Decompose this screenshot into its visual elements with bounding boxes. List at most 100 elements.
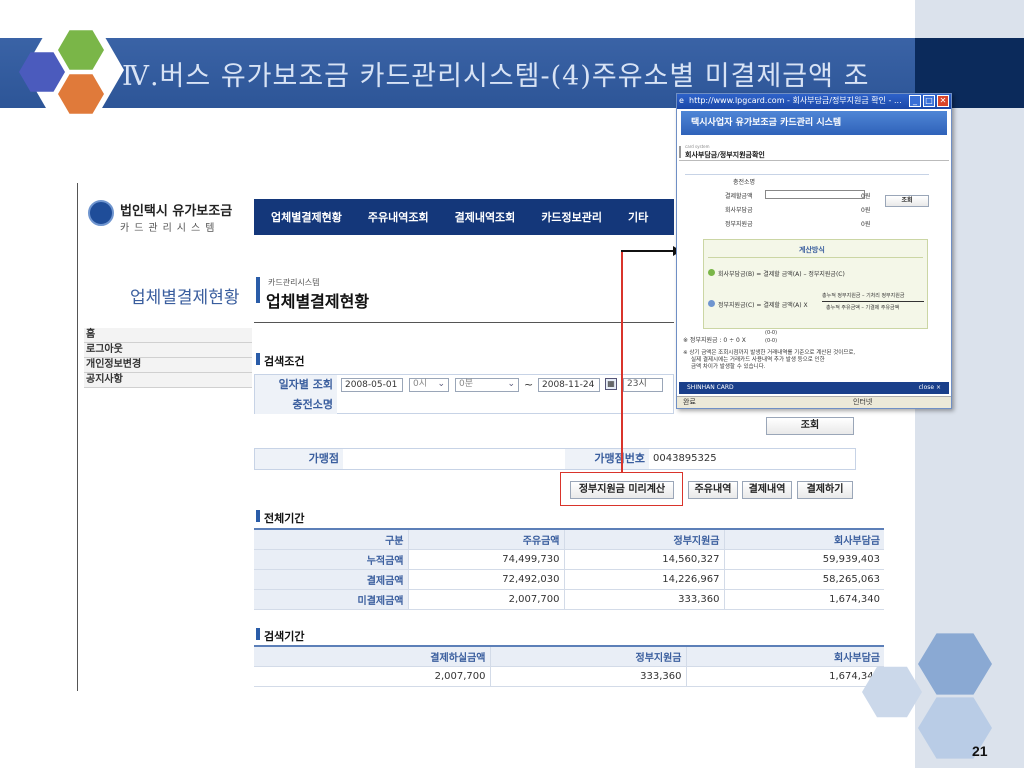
table-row: 2,007,700 333,360 1,674,340 (254, 666, 884, 687)
search-period-title: 검색기간 (264, 630, 305, 643)
gear-icon (708, 300, 715, 307)
merchant-row: 가맹점 가맹점번호 0043895325 (254, 448, 856, 470)
popup-card-system: card system (685, 144, 710, 149)
date-to-input[interactable]: 2008-11-24 (538, 378, 600, 392)
footer-close-link[interactable]: close × (919, 382, 941, 394)
table-header: 정부지원금 (490, 646, 687, 667)
cell-company: 1,674,340 (724, 589, 884, 610)
hour-from-value: 0시 (413, 379, 428, 389)
popup-field-label: 충전소명 (733, 179, 756, 186)
formula-2-numerator: 총누적 정부지원금 – 기처리 정부지원금 (822, 293, 905, 299)
side-menu-notice[interactable]: 공지사항 (84, 373, 252, 388)
table-header-row: 구분 주유금액 정부지원금 회사부담금 (254, 529, 884, 550)
side-menu-home[interactable]: 홈 (84, 328, 252, 343)
search-button[interactable]: 조회 (766, 417, 854, 435)
date-label: 일자별 조회 (255, 375, 337, 395)
popup-search-button[interactable]: 조회 (885, 195, 929, 207)
nav-company-payment[interactable]: 업체별결제현황 (254, 209, 342, 225)
search-form: 일자별 조회 충전소명 2008-05-01 0시 ⌄ 0분 ⌄ ~ 2008-… (254, 374, 674, 414)
chevron-down-icon: ⌄ (507, 379, 515, 389)
chevron-down-icon: ⌄ (437, 379, 445, 389)
row-label: 미결제금액 (254, 589, 409, 610)
row-label: 누적금액 (254, 549, 409, 570)
popup-note-4: 금액 차이가 발생할 수 있습니다. (691, 364, 766, 370)
popup-statusbar: 완료 인터넷 (677, 396, 951, 408)
pay-button[interactable]: 결제하기 (797, 481, 853, 499)
left-page-heading: 업체별결제현황 (130, 288, 240, 308)
table-header-row: 결제하실금액 정부지원금 회사부담금 (254, 646, 884, 667)
total-period-table: 구분 주유금액 정부지원금 회사부담금 누적금액 74,499,730 14,5… (254, 528, 884, 610)
cell-amount: 2,007,700 (254, 666, 491, 687)
close-icon[interactable]: ✕ (937, 95, 949, 107)
side-menu-profile[interactable]: 개인정보변경 (84, 358, 252, 373)
heading-divider (254, 322, 674, 323)
table-header: 주유금액 (408, 529, 565, 550)
cell-company: 1,674,340 (686, 666, 884, 687)
page-title: 업체별결제현황 (266, 292, 370, 311)
calc-title: 계산방식 (799, 246, 825, 254)
cell-gov: 333,360 (564, 589, 725, 610)
popup-note-1-frac: (0-0) (765, 330, 778, 336)
app-logo-title: 법인택시 유가보조금 (120, 204, 233, 219)
nav-fuel-history[interactable]: 주유내역조회 (342, 209, 429, 225)
popup-form: 충전소명 결제할금액 회사부담금 정부지원금 0원 0원 0원 조회 (685, 174, 929, 230)
date-from-input[interactable]: 2008-05-01 (341, 378, 403, 392)
hour-to-value: 23시 (627, 379, 647, 389)
popup-note-1-frac2: (0-0) (765, 338, 778, 344)
popup-note-1: ※ 정부지원금 : 0 ÷ 0 X (683, 337, 746, 344)
maximize-icon[interactable]: □ (923, 95, 935, 107)
formula-1: 회사부담금(B) = 결제할 금액(A) – 정부지원금(C) (718, 271, 845, 278)
station-input[interactable] (341, 397, 569, 411)
table-row: 결제금액 72,492,030 14,226,967 58,265,063 (254, 569, 884, 590)
hour-to-select[interactable]: 23시 (623, 378, 663, 392)
merchant-number-label: 가맹점번호 (565, 449, 649, 469)
section-bar (256, 353, 260, 365)
top-nav: 업체별결제현황 주유내역조회 결제내역조회 카드정보관리 기타 (254, 199, 674, 235)
table-header: 구분 (254, 529, 409, 550)
shinhan-logo-icon (88, 200, 114, 226)
table-header: 회사부담금 (724, 529, 884, 550)
popup-field-value: 0원 (861, 207, 871, 214)
row-label: 결제금액 (254, 569, 409, 590)
cell-gov: 14,226,967 (564, 569, 725, 590)
breadcrumb: 카드관리시스템 (268, 278, 320, 287)
popup-amount-input[interactable] (765, 190, 865, 199)
popup-header: 택시사업자 유가보조금 카드관리 시스템 (681, 111, 947, 135)
section-bar (256, 628, 260, 640)
fuel-history-button[interactable]: 주유내역 (688, 481, 738, 499)
status-zone: 인터넷 (853, 398, 873, 406)
calc-divider (708, 257, 923, 258)
nav-card-info[interactable]: 카드정보관리 (515, 209, 602, 225)
hour-from-select[interactable]: 0시 ⌄ (409, 378, 449, 392)
payment-history-button[interactable]: 결제내역 (742, 481, 792, 499)
minimize-icon[interactable]: _ (909, 95, 921, 107)
formula-2: 정부지원금(C) = 결제할 금액(A) X (718, 302, 808, 309)
nav-etc[interactable]: 기타 (602, 209, 648, 225)
minute-from-select[interactable]: 0분 ⌄ (455, 378, 519, 392)
cell-fuel: 74,499,730 (408, 549, 565, 570)
merchant-number-value: 0043895325 (653, 453, 717, 464)
fraction-line (822, 301, 924, 302)
table-row: 미결제금액 2,007,700 333,360 1,674,340 (254, 589, 884, 610)
cell-fuel: 2,007,700 (408, 589, 565, 610)
cell-fuel: 72,492,030 (408, 569, 565, 590)
popup-subtitle-bar (679, 146, 681, 158)
search-period-table: 결제하실금액 정부지원금 회사부담금 2,007,700 333,360 1,6… (254, 645, 884, 687)
annotation-connector-horizontal (621, 250, 676, 252)
side-menu-logout[interactable]: 로그아웃 (84, 343, 252, 358)
merchant-name-label: 가맹점 (255, 449, 343, 469)
cell-gov: 333,360 (490, 666, 687, 687)
gear-icon (708, 269, 715, 276)
popup-subtitle: 회사부담금/정부지원금확인 (685, 151, 765, 159)
highlight-box (560, 472, 683, 506)
total-period-title: 전체기간 (264, 512, 305, 525)
heading-accent-bar (256, 277, 260, 303)
nav-payment-history[interactable]: 결제내역조회 (429, 209, 516, 225)
table-row: 누적금액 74,499,730 14,560,327 59,939,403 (254, 549, 884, 570)
app-logo-subtitle: 카드관리시스템 (120, 223, 220, 234)
cell-gov: 14,560,327 (564, 549, 725, 570)
calendar-icon[interactable]: ▦ (605, 378, 617, 390)
popup-subtitle-divider (679, 160, 949, 161)
ie-icon: e (679, 96, 684, 105)
minute-from-value: 0분 (459, 379, 474, 389)
